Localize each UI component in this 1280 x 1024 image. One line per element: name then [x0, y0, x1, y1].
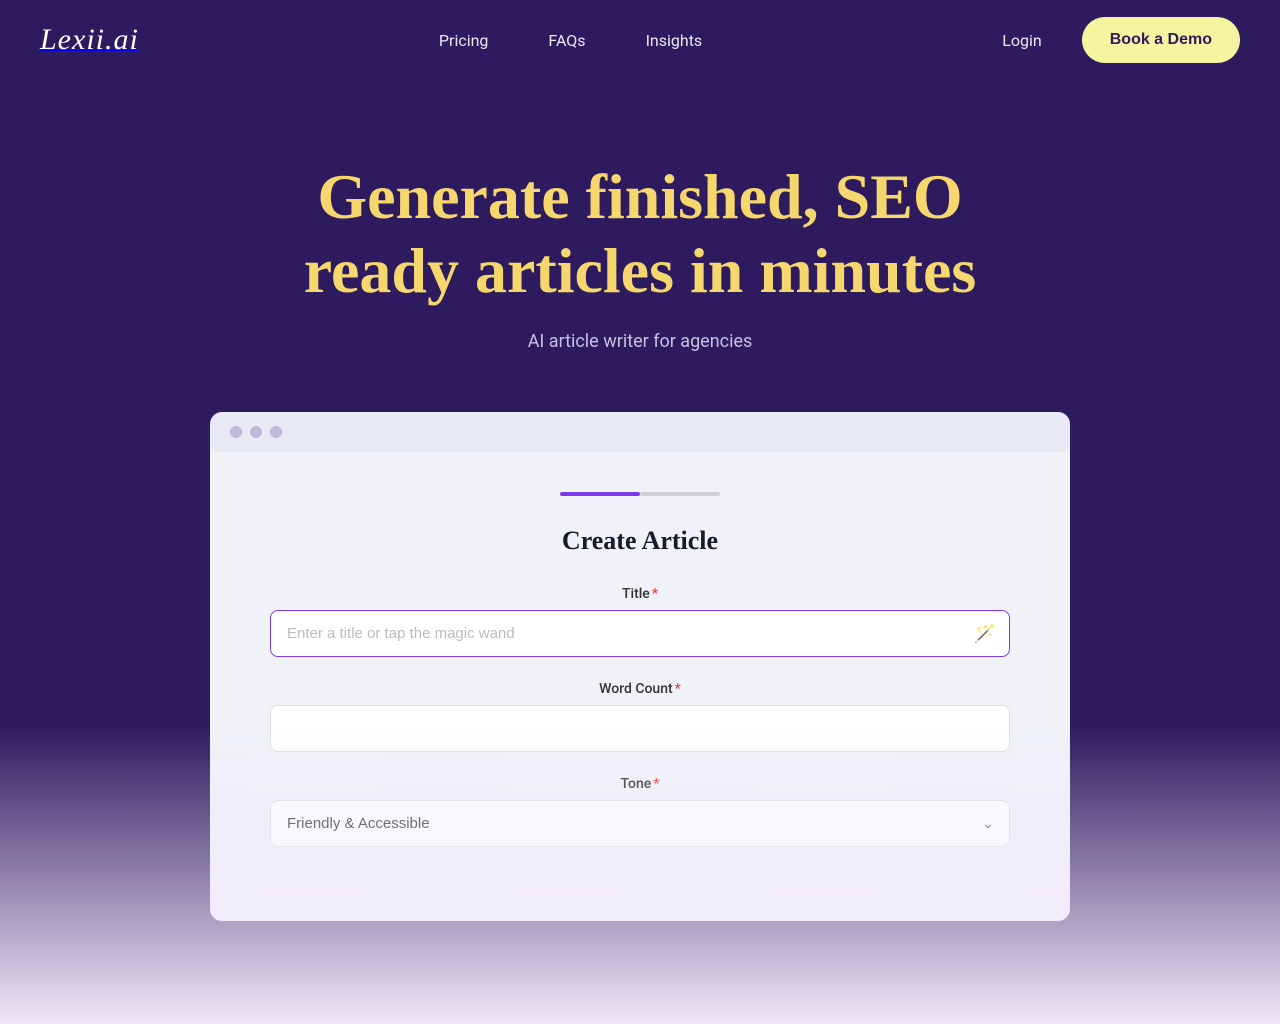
title-form-group: Title* 🪄 — [270, 586, 1010, 657]
window-chrome — [210, 412, 1070, 452]
progress-empty — [640, 492, 720, 496]
form-title: Create Article — [270, 526, 1010, 556]
hero-subtitle: AI article writer for agencies — [528, 331, 753, 352]
nav-insights[interactable]: Insights — [646, 31, 703, 50]
word-count-required: * — [675, 681, 681, 697]
login-link[interactable]: Login — [1002, 31, 1041, 50]
title-input-wrapper: 🪄 — [270, 610, 1010, 657]
navigation: Lexii.ai Pricing FAQs Insights Login Boo… — [0, 0, 1280, 80]
hero-title: Generate finished, SEO ready articles in… — [240, 160, 1040, 307]
title-input[interactable] — [270, 610, 1010, 657]
title-required: * — [652, 586, 658, 602]
demo-container: Create Article Title* 🪄 Word Count* 1500 — [210, 412, 1070, 921]
progress-filled — [560, 492, 640, 496]
window-body: Create Article Title* 🪄 Word Count* 1500 — [210, 452, 1070, 921]
nav-faqs[interactable]: FAQs — [548, 31, 585, 50]
tone-label: Tone* — [270, 776, 1010, 792]
book-demo-button[interactable]: Book a Demo — [1082, 17, 1240, 63]
word-count-input[interactable]: 1500 — [270, 705, 1010, 752]
word-count-form-group: Word Count* 1500 — [270, 681, 1010, 752]
window-dot-green — [270, 426, 282, 438]
nav-pricing[interactable]: Pricing — [439, 31, 489, 50]
logo[interactable]: Lexii.ai — [40, 23, 139, 57]
tone-select-wrapper: Friendly & Accessible ⌄ — [270, 800, 1010, 847]
title-label: Title* — [270, 586, 1010, 602]
tone-form-group: Tone* Friendly & Accessible ⌄ — [270, 776, 1010, 847]
window-dot-yellow — [250, 426, 262, 438]
word-count-label: Word Count* — [270, 681, 1010, 697]
nav-links: Pricing FAQs Insights — [439, 31, 702, 50]
tone-select[interactable]: Friendly & Accessible — [270, 800, 1010, 847]
nav-right: Login Book a Demo — [1002, 17, 1240, 63]
tone-required: * — [653, 776, 659, 792]
window-dot-red — [230, 426, 242, 438]
progress-bar — [270, 492, 1010, 496]
magic-wand-icon[interactable]: 🪄 — [974, 623, 996, 644]
hero-section: Generate finished, SEO ready articles in… — [0, 80, 1280, 961]
